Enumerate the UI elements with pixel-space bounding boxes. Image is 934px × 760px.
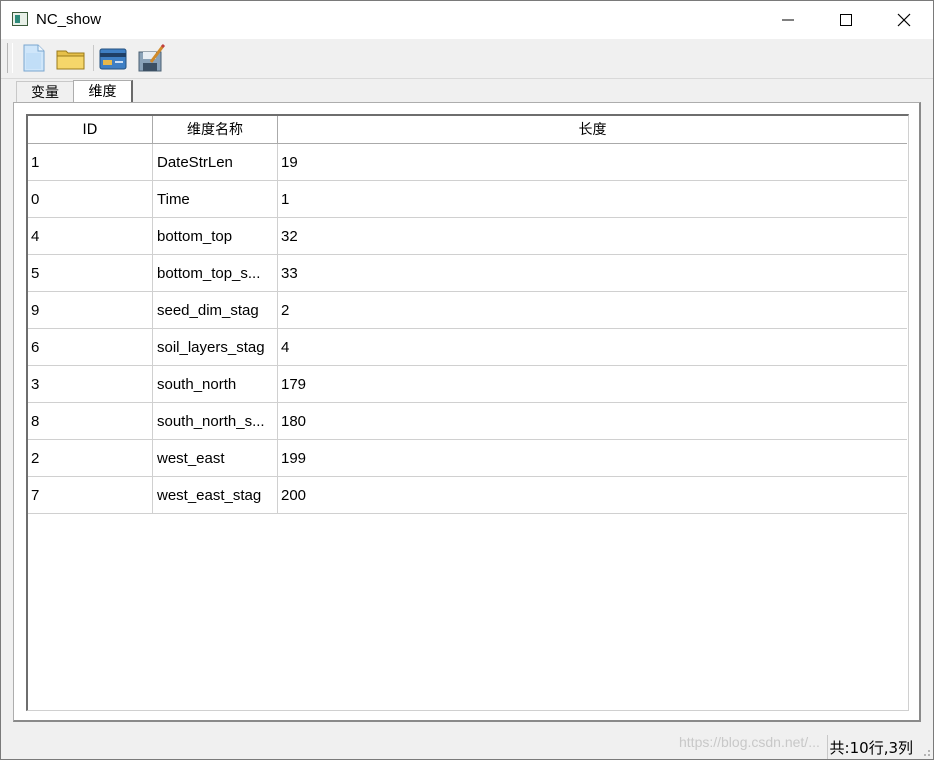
- open-folder-button[interactable]: [54, 42, 88, 74]
- table-row[interactable]: 8 south_north_s... 180: [28, 403, 907, 440]
- cell-name[interactable]: Time: [153, 181, 278, 217]
- cell-length[interactable]: 180: [278, 403, 907, 439]
- cell-length[interactable]: 179: [278, 366, 907, 402]
- toolbar-divider: [1, 78, 933, 79]
- table-row[interactable]: 0 Time 1: [28, 181, 907, 218]
- cell-id[interactable]: 7: [28, 477, 153, 513]
- cell-id[interactable]: 3: [28, 366, 153, 402]
- column-header-length[interactable]: 长度: [278, 116, 907, 144]
- toolbar-grip[interactable]: [7, 43, 13, 73]
- cell-name[interactable]: bottom_top: [153, 218, 278, 254]
- status-summary: 共:10行,3列: [829, 739, 913, 757]
- cell-length[interactable]: 1: [278, 181, 907, 217]
- table-row[interactable]: 5 bottom_top_s... 33: [28, 255, 907, 292]
- window-title: NC_show: [36, 11, 102, 28]
- cell-id[interactable]: 6: [28, 329, 153, 365]
- tab-variables[interactable]: 变量: [16, 81, 74, 103]
- cell-length[interactable]: 19: [278, 144, 907, 180]
- toolbar-separator: [93, 45, 94, 71]
- cell-name[interactable]: west_east_stag: [153, 477, 278, 513]
- save-button[interactable]: [135, 42, 169, 74]
- minimize-icon: [782, 19, 794, 21]
- cell-name[interactable]: DateStrLen: [153, 144, 278, 180]
- status-separator: [827, 735, 828, 759]
- table-row[interactable]: 1 DateStrLen 19: [28, 144, 907, 181]
- cell-name[interactable]: south_north: [153, 366, 278, 402]
- cell-name[interactable]: west_east: [153, 440, 278, 476]
- new-file-button[interactable]: [17, 42, 51, 74]
- cell-name[interactable]: bottom_top_s...: [153, 255, 278, 291]
- cell-id[interactable]: 0: [28, 181, 153, 217]
- close-button[interactable]: [875, 1, 933, 39]
- cell-length[interactable]: 200: [278, 477, 907, 513]
- cell-length[interactable]: 4: [278, 329, 907, 365]
- column-header-id[interactable]: ID: [28, 116, 153, 144]
- main-window: NC_show 变量 维度 ID 维度名称 长度 1 DateStrLen 19…: [0, 0, 934, 760]
- card-button[interactable]: [97, 42, 131, 74]
- cell-length[interactable]: 199: [278, 440, 907, 476]
- table-row[interactable]: 2 west_east 199: [28, 440, 907, 477]
- card-icon: [99, 48, 127, 70]
- cell-name[interactable]: seed_dim_stag: [153, 292, 278, 328]
- toolbar: [1, 39, 933, 77]
- app-icon: [12, 12, 28, 26]
- column-header-name[interactable]: 维度名称: [153, 116, 278, 144]
- cell-name[interactable]: soil_layers_stag: [153, 329, 278, 365]
- cell-length[interactable]: 33: [278, 255, 907, 291]
- table-row[interactable]: 3 south_north 179: [28, 366, 907, 403]
- title-bar[interactable]: NC_show: [1, 1, 933, 39]
- cell-length[interactable]: 32: [278, 218, 907, 254]
- cell-id[interactable]: 9: [28, 292, 153, 328]
- cell-id[interactable]: 2: [28, 440, 153, 476]
- table-row[interactable]: 4 bottom_top 32: [28, 218, 907, 255]
- cell-name[interactable]: south_north_s...: [153, 403, 278, 439]
- size-grip-icon[interactable]: [919, 745, 931, 757]
- table-row[interactable]: 9 seed_dim_stag 2: [28, 292, 907, 329]
- cell-id[interactable]: 4: [28, 218, 153, 254]
- maximize-button[interactable]: [817, 1, 875, 39]
- cell-id[interactable]: 5: [28, 255, 153, 291]
- table-row[interactable]: 7 west_east_stag 200: [28, 477, 907, 514]
- table-header: ID 维度名称 长度: [28, 116, 907, 144]
- minimize-button[interactable]: [759, 1, 817, 39]
- close-icon: [897, 13, 911, 27]
- table-row[interactable]: 6 soil_layers_stag 4: [28, 329, 907, 366]
- folder-icon: [56, 50, 85, 70]
- cell-length[interactable]: 2: [278, 292, 907, 328]
- document-icon: [23, 44, 45, 72]
- watermark-text: https://blog.csdn.net/...: [679, 734, 820, 750]
- cell-id[interactable]: 8: [28, 403, 153, 439]
- tab-dimensions[interactable]: 维度: [73, 80, 133, 103]
- table-body: 1 DateStrLen 19 0 Time 1 4 bottom_top 32…: [28, 144, 907, 514]
- save-icon: [138, 43, 166, 72]
- maximize-icon: [840, 14, 852, 26]
- cell-id[interactable]: 1: [28, 144, 153, 180]
